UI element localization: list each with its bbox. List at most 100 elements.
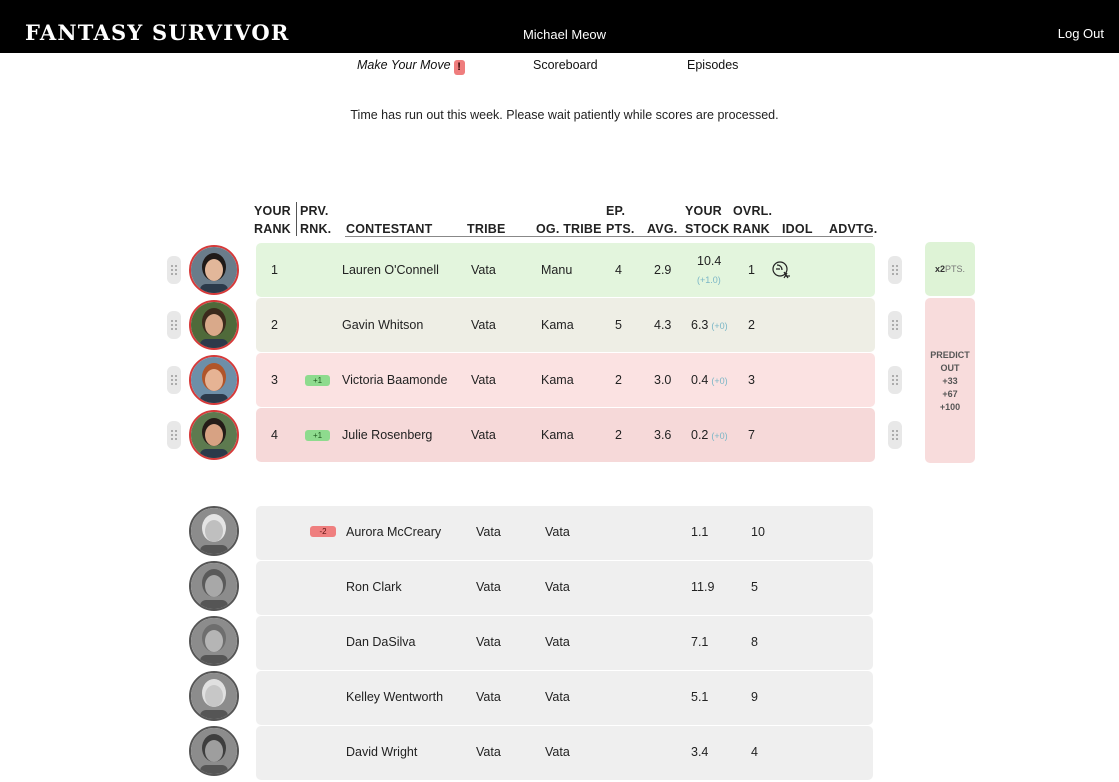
contestant-name: Julie Rosenberg: [342, 428, 433, 442]
contestant-avatar: [189, 671, 239, 721]
grip-icon: [171, 265, 177, 275]
og-tribe-value: Kama: [541, 318, 574, 332]
stock-value: 11.9: [691, 580, 715, 594]
rank-change-badge: +1: [305, 375, 330, 386]
contestant-name: Lauren O'Connell: [342, 263, 439, 277]
col-ovrl-rank: OVRL. RANK: [733, 202, 772, 238]
col-prv-rank-line2: RNK.: [300, 222, 332, 236]
avg-value: 4.3: [654, 318, 672, 332]
bonus-67: +67: [942, 389, 958, 399]
grip-icon: [892, 375, 898, 385]
ep-pts-value: 2: [615, 373, 622, 387]
table-row[interactable]: 2 Gavin Whitson Vata Kama 5 4.3 6.3 (+0) 2: [256, 298, 875, 352]
rank-value: 1: [271, 263, 278, 277]
contestant-avatar: [189, 300, 239, 350]
tribe-value: Vata: [476, 745, 501, 759]
og-tribe-value: Manu: [541, 263, 573, 277]
drag-handle-left[interactable]: [167, 256, 181, 284]
stock-value: 0.2: [691, 428, 709, 442]
header-underline: [345, 236, 873, 237]
table-row[interactable]: 3 +1 Victoria Baamonde Vata Kama 2 3.0 0.4 (+0) 3: [256, 353, 875, 407]
stock-value: 6.3: [691, 318, 709, 332]
col-your-stock-line1: YOUR: [685, 204, 722, 218]
table-row[interactable]: 1 Lauren O'Connell Vata Manu 4 2.9 10.4 (+1.0) 1: [256, 243, 875, 297]
stock-change: (+0): [711, 321, 728, 331]
drag-handle-left[interactable]: [167, 311, 181, 339]
stock-change: (+1.0): [697, 275, 721, 285]
overall-rank-value: 3: [748, 373, 755, 387]
contestant-name: Aurora McCreary: [346, 525, 442, 539]
out-label: OUT: [940, 363, 960, 373]
predict-out-box[interactable]: PREDICT OUT +33 +67 +100: [925, 298, 975, 463]
nav-episodes[interactable]: Episodes: [687, 58, 738, 72]
contestant-avatar: [189, 506, 239, 556]
grip-icon: [892, 320, 898, 330]
tribe-value: Vata: [476, 580, 501, 594]
ep-pts-value: 2: [615, 428, 622, 442]
tribe-value: Vata: [471, 318, 496, 332]
col-ep-pts-line1: EP.: [606, 204, 626, 218]
contestant-avatar: [189, 410, 239, 460]
overall-rank-value: 10: [751, 525, 765, 539]
og-tribe-value: Vata: [545, 580, 570, 594]
col-your-rank: YOUR RANK: [254, 202, 291, 238]
tribe-value: Vata: [476, 690, 501, 704]
rank-change-badge: -2: [310, 526, 336, 537]
stock-value: 10.4: [697, 254, 722, 268]
table-row: Ron Clark Vata Vata 11.9 5: [256, 561, 873, 615]
ep-pts-value: 4: [615, 263, 622, 277]
contestant-avatar: [189, 355, 239, 405]
stock-value: 1.1: [691, 525, 709, 539]
tribe-value: Vata: [471, 263, 496, 277]
grip-icon: [171, 430, 177, 440]
avg-value: 3.6: [654, 428, 672, 442]
table-row: -2 Aurora McCreary Vata Vata 1.1 10: [256, 506, 873, 560]
drag-handle-right[interactable]: [888, 311, 902, 339]
status-notice: Time has run out this week. Please wait …: [350, 108, 779, 122]
overall-rank-value: 8: [751, 635, 758, 649]
rank-value: 2: [271, 318, 278, 332]
table-row[interactable]: 4 +1 Julie Rosenberg Vata Kama 2 3.6 0.2 (+0) 7: [256, 408, 875, 462]
bonus-100: +100: [939, 402, 961, 412]
grip-icon: [171, 320, 177, 330]
col-prv-rank: PRV. RNK.: [300, 202, 331, 238]
tribe-value: Vata: [476, 525, 501, 539]
ep-pts-value: 5: [615, 318, 622, 332]
user-name: Michael Meow: [522, 27, 607, 42]
col-ovrl-rank-line1: OVRL.: [733, 204, 773, 218]
stock-change: (+0): [711, 431, 728, 441]
og-tribe-value: Vata: [545, 635, 570, 649]
predict-label: PREDICT: [930, 350, 970, 360]
og-tribe-value: Vata: [545, 525, 570, 539]
drag-handle-left[interactable]: [167, 366, 181, 394]
nav-make-your-move[interactable]: Make Your Move!: [357, 58, 465, 75]
og-tribe-value: Kama: [541, 428, 574, 442]
avg-value: 3.0: [654, 373, 672, 387]
stock-value: 7.1: [691, 635, 709, 649]
drag-handle-left[interactable]: [167, 421, 181, 449]
multiplier-value: x2: [934, 264, 945, 274]
og-tribe-value: Vata: [545, 690, 570, 704]
contestant-avatar: [189, 561, 239, 611]
grip-icon: [892, 430, 898, 440]
multiplier-box: x2PTS.: [925, 242, 975, 296]
rank-value: 4: [271, 428, 278, 442]
contestant-name: Ron Clark: [346, 580, 402, 594]
nav-scoreboard[interactable]: Scoreboard: [533, 58, 598, 72]
drag-handle-right[interactable]: [888, 366, 902, 394]
stock-value: 3.4: [691, 745, 709, 759]
og-tribe-value: Vata: [545, 745, 570, 759]
col-your-rank-line1: YOUR: [254, 204, 291, 218]
drag-handle-right[interactable]: [888, 421, 902, 449]
overall-rank-value: 4: [751, 745, 758, 759]
multiplier-text: x2PTS.: [925, 264, 975, 274]
contestant-name: David Wright: [346, 745, 418, 759]
multiplier-unit: PTS.: [945, 264, 966, 274]
idol-icon: [770, 259, 792, 284]
logout-link[interactable]: Log Out: [1058, 26, 1104, 41]
tribe-value: Vata: [471, 428, 496, 442]
contestant-name: Gavin Whitson: [342, 318, 424, 332]
drag-handle-right[interactable]: [888, 256, 902, 284]
top-bar: FANTASY SURVIVOR Michael Meow Log Out: [0, 0, 1119, 53]
table-row: Kelley Wentworth Vata Vata 5.1 9: [256, 671, 873, 725]
